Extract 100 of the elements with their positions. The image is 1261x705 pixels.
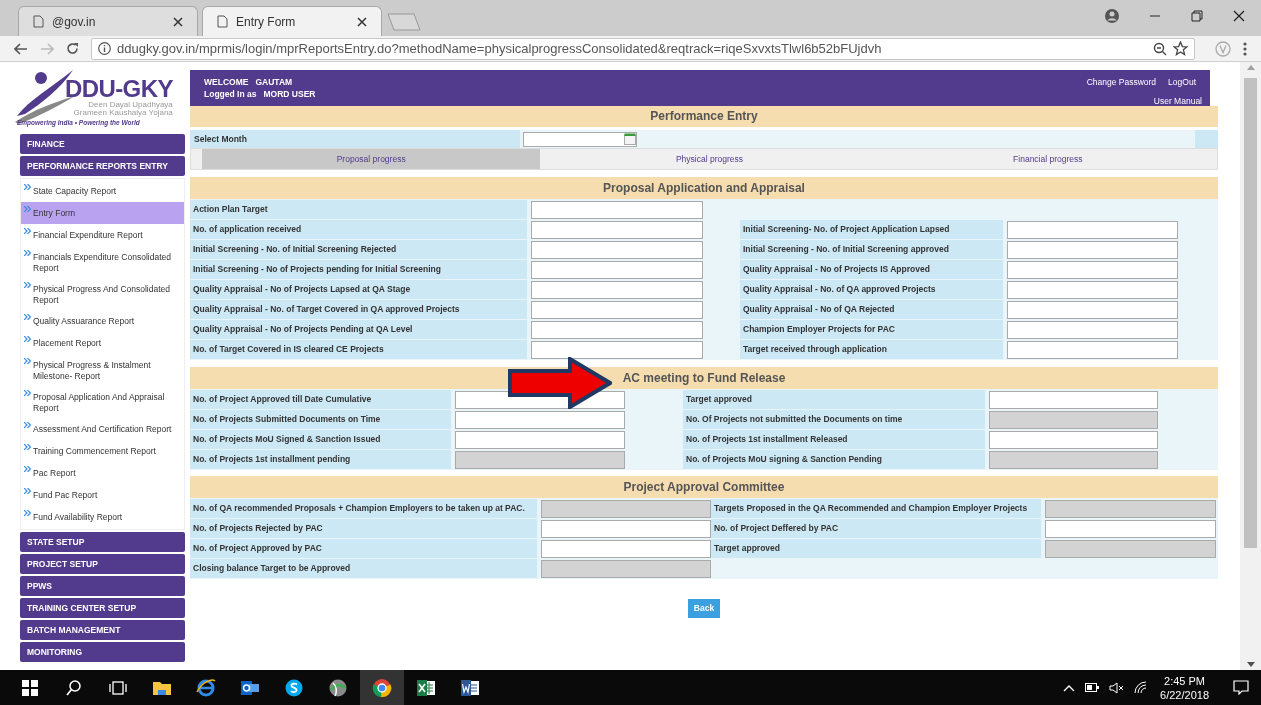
input-field[interactable] <box>989 390 1158 409</box>
double-chevron-icon <box>24 314 31 320</box>
close-icon[interactable] <box>173 16 183 27</box>
menu-button[interactable]: BATCH MANAGEMENT <box>20 620 185 640</box>
extension-icon[interactable] <box>1215 40 1231 57</box>
input-field[interactable] <box>541 519 711 538</box>
menu-button[interactable]: TRAINING CENTER SETUP <box>20 598 185 618</box>
input-field[interactable] <box>1007 260 1178 279</box>
restore-icon[interactable] <box>1191 10 1203 22</box>
close-icon[interactable] <box>357 16 367 27</box>
spreadsheet-icon[interactable] <box>416 677 436 698</box>
month-field[interactable] <box>523 131 637 147</box>
submenu-item[interactable]: State Capacity Report <box>21 180 184 202</box>
submenu-item[interactable]: Proposal Application And Appraisal Report <box>21 386 184 418</box>
header-link[interactable]: LogOut <box>1168 76 1196 88</box>
menu-button[interactable]: PPWS <box>20 576 185 596</box>
submenu-item[interactable]: Placement Report <box>21 332 184 354</box>
close-icon[interactable] <box>1233 10 1245 22</box>
clock-date[interactable]: 6/22/2018 <box>1160 687 1209 702</box>
submenu-item[interactable]: Physical Progress And Consolidated Report <box>21 278 184 310</box>
field-label: Initial Screening - No. of Initial Screening approved <box>740 240 1003 259</box>
menu-button[interactable]: PROJECT SETUP <box>20 554 185 574</box>
input-field[interactable] <box>531 220 703 239</box>
input-field[interactable] <box>455 410 625 429</box>
back-icon[interactable] <box>14 42 28 55</box>
menu-button[interactable]: STATE SETUP <box>20 532 185 552</box>
input-field[interactable] <box>531 300 703 319</box>
clock-time[interactable]: 2:45 PM <box>1164 673 1205 688</box>
logged-in-text: Logged In as MORD USER <box>204 88 316 100</box>
zoom-out-icon[interactable] <box>1153 41 1167 56</box>
input-field[interactable] <box>1045 519 1216 538</box>
input-field[interactable] <box>531 340 703 359</box>
input-field[interactable] <box>989 430 1158 449</box>
input-field[interactable] <box>455 430 625 449</box>
input-field[interactable] <box>1007 340 1178 359</box>
progress-tab[interactable]: Physical progress <box>540 149 879 169</box>
calendar-icon[interactable] <box>624 133 636 145</box>
submenu-item[interactable]: Training Commencement Report <box>21 440 184 462</box>
submenu-item[interactable]: Physical Progress & Instalment Milestone- Report <box>21 354 184 386</box>
scrollbar[interactable] <box>1240 62 1261 670</box>
input-field[interactable] <box>1007 240 1178 259</box>
info-icon[interactable] <box>98 42 111 55</box>
double-chevron-icon <box>24 510 31 516</box>
submenu-item[interactable]: Financial Expenditure Report <box>21 224 184 246</box>
field-label: Initial Screening - No of Projects pending for Initial Screening <box>190 260 527 279</box>
star-icon[interactable] <box>1173 41 1188 56</box>
double-chevron-icon <box>24 390 31 396</box>
chrome-icon[interactable] <box>372 677 392 698</box>
search-icon[interactable] <box>64 677 84 698</box>
submenu-item[interactable]: Quality Assuarance Report <box>21 310 184 332</box>
windows-logo-icon[interactable] <box>20 677 40 698</box>
submenu-item[interactable]: Fund Availability Report <box>21 506 184 528</box>
battery-icon[interactable] <box>1085 683 1100 692</box>
submenu-item[interactable]: Pac Report <box>21 462 184 484</box>
scroll-down-icon[interactable] <box>1246 662 1255 668</box>
input-field[interactable] <box>1007 300 1178 319</box>
input-field[interactable] <box>1007 280 1178 299</box>
submenu-item[interactable]: Assessment And Certification Report <box>21 418 184 440</box>
submenu-item[interactable]: Fund Pac Report <box>21 484 184 506</box>
browser-tab[interactable]: @gov.in <box>18 6 198 36</box>
browser-tab[interactable]: Entry Form <box>202 6 382 36</box>
chevron-up-icon[interactable] <box>1063 683 1076 692</box>
input-field[interactable] <box>1007 320 1178 339</box>
menu-button[interactable]: MONITORING <box>20 642 185 662</box>
field-label: Quality Appraisal - No of Projects Pending at QA Level <box>190 320 527 339</box>
field-label: No. of QA recommended Proposals + Champion Employers to be taken up at PAC. <box>190 499 537 518</box>
double-chevron-icon <box>24 488 31 494</box>
forward-icon[interactable] <box>40 42 54 55</box>
notification-icon[interactable] <box>1233 680 1249 695</box>
browser-e-icon[interactable] <box>196 677 216 698</box>
input-field[interactable] <box>1007 220 1178 239</box>
input-field[interactable] <box>531 260 703 279</box>
menu-button[interactable]: PERFORMANCE REPORTS ENTRY <box>20 156 185 176</box>
progress-tab[interactable]: Proposal progress <box>202 149 541 169</box>
profile-icon[interactable] <box>1105 9 1119 23</box>
submenu-item[interactable]: Entry Form <box>21 202 184 224</box>
field-label: No. of application received <box>190 220 527 239</box>
header-link[interactable]: Change Password <box>1086 76 1157 88</box>
reload-icon[interactable] <box>66 42 79 55</box>
submenu-item[interactable]: Financials Expenditure Consolidated Report <box>21 246 184 278</box>
globe-app-icon[interactable] <box>328 677 348 698</box>
wifi-icon[interactable] <box>1134 681 1149 694</box>
chat-s-icon[interactable] <box>284 677 304 698</box>
address-field[interactable]: ddugky.gov.in/mprmis/login/mprReportsEntry.do?methodName=physicalprogressConsolidated&reqtrack=riqeSxvxtsTlwl6b52bFUjdvh <box>91 37 1195 60</box>
menu-icon[interactable] <box>1243 41 1247 56</box>
input-field[interactable] <box>531 320 703 339</box>
user-manual-link[interactable]: User Manual <box>1153 95 1202 108</box>
document-icon[interactable] <box>460 677 480 698</box>
page-title: Performance Entry <box>190 106 1218 127</box>
progress-tab[interactable]: Financial progress <box>878 149 1217 169</box>
input-field[interactable] <box>531 280 703 299</box>
menu-button[interactable]: FINANCE <box>20 134 185 154</box>
input-field[interactable] <box>531 200 703 219</box>
new-tab-icon[interactable] <box>386 12 422 32</box>
speaker-muted-icon[interactable] <box>1109 681 1125 694</box>
double-chevron-icon <box>24 206 31 212</box>
double-chevron-icon <box>24 444 31 450</box>
input-field[interactable] <box>541 539 711 558</box>
input-field[interactable] <box>531 240 703 259</box>
scroll-up-icon[interactable] <box>1246 64 1255 70</box>
